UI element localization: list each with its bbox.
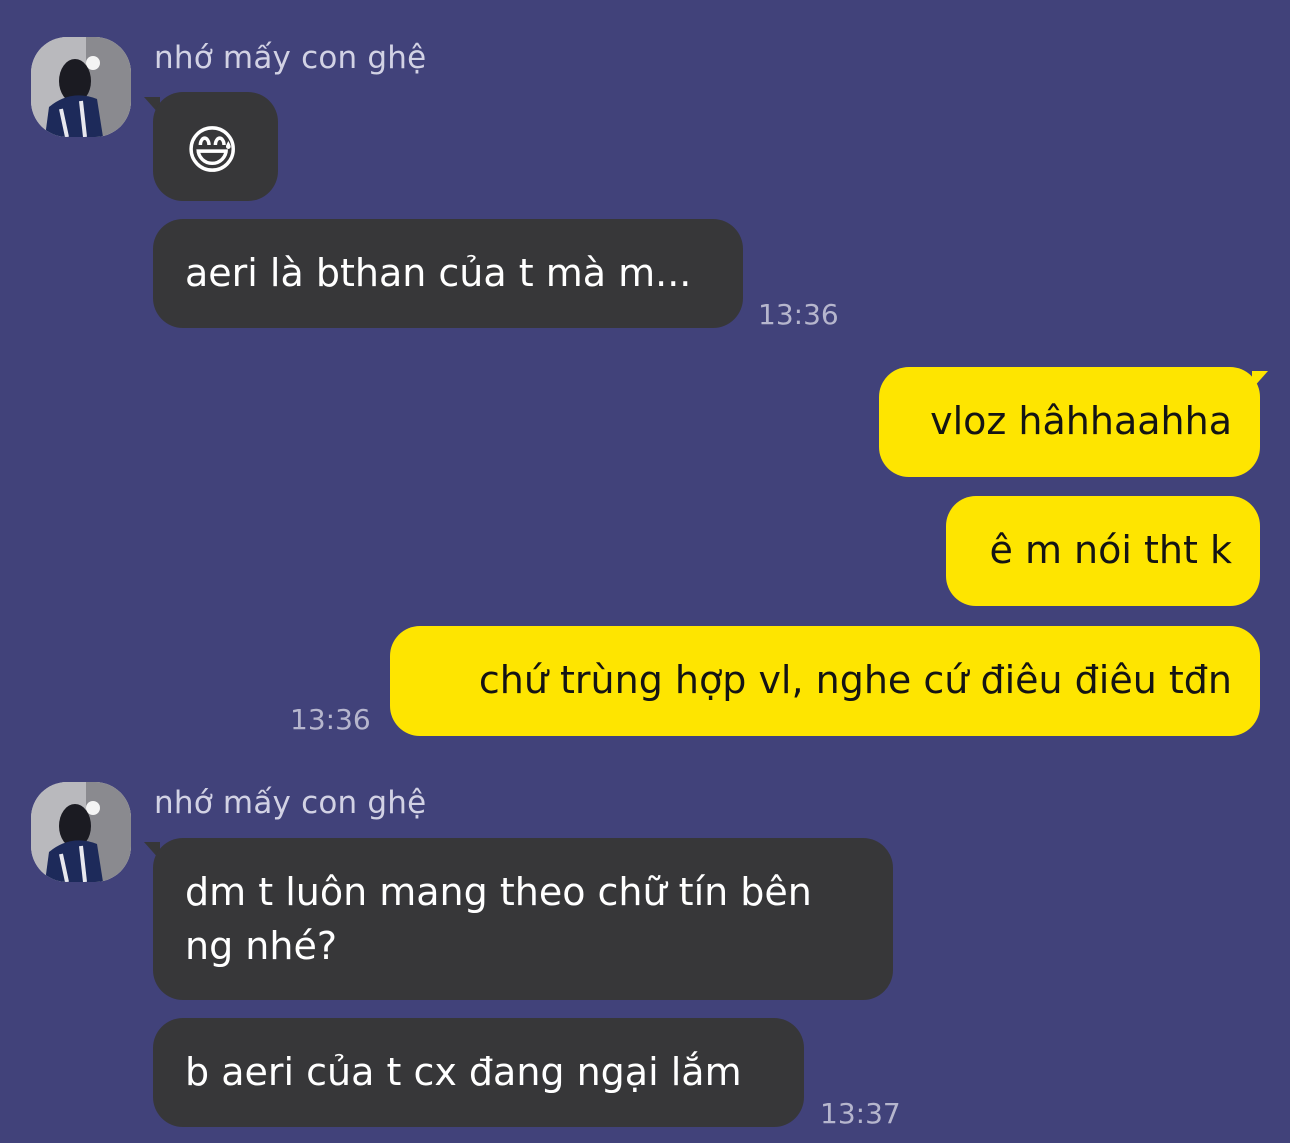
message-bubble[interactable]: b aeri của t cx đang ngại lắm: [153, 1018, 804, 1127]
message-timestamp: 13:36: [758, 298, 839, 331]
message-timestamp: 13:36: [290, 703, 371, 736]
sweat-smile-emoji: 😅: [185, 121, 240, 181]
message-text-line: dm t luôn mang theo chữ tín bên: [185, 870, 812, 914]
message-bubble-outgoing[interactable]: chứ trùng hợp vl, nghe cứ điêu điêu tđn: [390, 626, 1260, 736]
sender-name: nhớ mấy con ghệ: [154, 40, 427, 76]
message-text-line: ng nhé?: [185, 924, 337, 968]
message-text: chứ trùng hợp vl, nghe cứ điêu điêu tđn: [478, 658, 1232, 702]
chat-thread[interactable]: nhớ mấy con ghệ 😅 aeri là bthan của t mà…: [0, 0, 1290, 1143]
message-bubble-emoji[interactable]: 😅: [153, 92, 278, 201]
message-text: vloz hâhhaahha: [930, 399, 1232, 443]
message-bubble-outgoing[interactable]: vloz hâhhaahha: [879, 367, 1260, 477]
message-bubble[interactable]: dm t luôn mang theo chữ tín bên ng nhé?: [153, 838, 893, 1000]
message-text: ê m nói tht k: [989, 528, 1233, 572]
message-bubble-outgoing[interactable]: ê m nói tht k: [946, 496, 1260, 606]
message-text: aeri là bthan của t mà m...: [185, 251, 692, 295]
sender-avatar[interactable]: [31, 782, 131, 882]
sender-avatar[interactable]: [31, 37, 131, 137]
message-text: b aeri của t cx đang ngại lắm: [185, 1050, 742, 1094]
message-timestamp: 13:37: [820, 1097, 901, 1130]
message-bubble[interactable]: aeri là bthan của t mà m...: [153, 219, 743, 328]
sender-name: nhớ mấy con ghệ: [154, 785, 427, 821]
